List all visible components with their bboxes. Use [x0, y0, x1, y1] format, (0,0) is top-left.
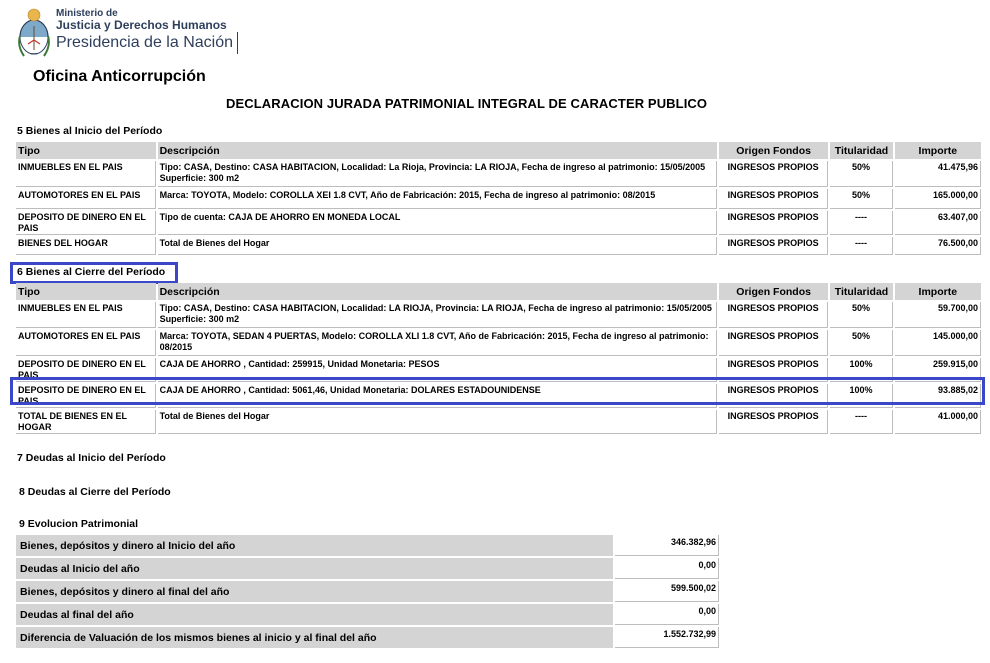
cell-tipo: BIENES DEL HOGAR: [16, 237, 156, 255]
cell-descripcion: Tipo: CASA, Destino: CASA HABITACION, Lo…: [157, 302, 717, 328]
cell-titularidad: 50%: [830, 302, 893, 328]
cell-importe: 59.700,00: [894, 302, 981, 328]
table-row: DEPOSITO DE DINERO EN EL PAIS Tipo de cu…: [16, 211, 981, 235]
cell-origen: INGRESOS PROPIOS: [718, 211, 829, 235]
section-9-title: 9 Evolucion Patrimonial: [19, 518, 139, 530]
col-header-origen: Origen Fondos: [718, 283, 829, 300]
cell-descripcion: Marca: TOYOTA, Modelo: COROLLA XEI 1.8 C…: [157, 189, 717, 209]
table-row: BIENES DEL HOGAR Total de Bienes del Hog…: [16, 237, 981, 255]
cell-titularidad: ----: [830, 211, 893, 235]
col-header-titularidad: Titularidad: [830, 283, 893, 300]
cell-importe: 41.000,00: [894, 410, 981, 434]
table-row: TOTAL DE BIENES EN EL HOGAR Total de Bie…: [16, 410, 981, 434]
cell-tipo: AUTOMOTORES EN EL PAIS: [16, 330, 156, 356]
cell-titularidad: ----: [830, 237, 893, 255]
evolution-value: 0,00: [615, 604, 719, 625]
col-header-tipo: Tipo: [16, 283, 156, 300]
cell-titularidad: 50%: [830, 189, 893, 209]
cell-descripcion: Tipo de cuenta: CAJA DE AHORRO EN MONEDA…: [157, 211, 717, 235]
section-5-table: Tipo Descripción Origen Fondos Titularid…: [14, 140, 983, 257]
evolution-value: 346.382,96: [615, 535, 719, 556]
table-row: Bienes, depósitos y dinero al final del …: [16, 581, 719, 602]
table-row: INMUEBLES EN EL PAIS Tipo: CASA, Destino…: [16, 161, 981, 187]
evolution-label: Bienes, depósitos y dinero al Inicio del…: [16, 535, 613, 556]
cell-tipo: AUTOMOTORES EN EL PAIS: [16, 189, 156, 209]
section-9-table: Bienes, depósitos y dinero al Inicio del…: [14, 533, 721, 650]
cell-origen: INGRESOS PROPIOS: [718, 237, 829, 255]
cell-descripcion: Total de Bienes del Hogar: [157, 237, 717, 255]
ministry-line-3: Presidencia de la Nación: [56, 32, 238, 54]
evolution-label: Diferencia de Valuación de los mismos bi…: [16, 627, 613, 648]
col-header-tipo: Tipo: [16, 142, 156, 159]
cell-tipo: INMUEBLES EN EL PAIS: [16, 302, 156, 328]
section-6-table: Tipo Descripción Origen Fondos Titularid…: [14, 281, 983, 436]
cell-importe: 165.000,00: [894, 189, 981, 209]
table-row: AUTOMOTORES EN EL PAIS Marca: TOYOTA, Mo…: [16, 189, 981, 209]
col-header-origen: Origen Fondos: [718, 142, 829, 159]
section-5-title: 5 Bienes al Inicio del Período: [17, 125, 163, 137]
cell-tipo: DEPOSITO DE DINERO EN EL PAIS: [16, 211, 156, 235]
col-header-titularidad: Titularidad: [830, 142, 893, 159]
ministry-line-2: Justicia y Derechos Humanos: [56, 18, 227, 32]
table-row: INMUEBLES EN EL PAIS Tipo: CASA, Destino…: [16, 302, 981, 328]
cell-importe: 145.000,00: [894, 330, 981, 356]
cell-titularidad: 50%: [830, 330, 893, 356]
ministry-header: Ministerio de Justicia y Derechos Humano…: [16, 4, 256, 64]
table-row: Deudas al final del año 0,00: [16, 604, 719, 625]
argentina-coat-of-arms-icon: [18, 8, 50, 57]
evolution-value: 599.500,02: [615, 581, 719, 602]
cell-descripcion: Tipo: CASA, Destino: CASA HABITACION, Lo…: [157, 161, 717, 187]
cell-importe: 63.407,00: [894, 211, 981, 235]
cell-origen: INGRESOS PROPIOS: [718, 302, 829, 328]
cell-descripcion: Total de Bienes del Hogar: [157, 410, 717, 434]
evolution-value: 0,00: [615, 558, 719, 579]
table-row: AUTOMOTORES EN EL PAIS Marca: TOYOTA, SE…: [16, 330, 981, 356]
cell-origen: INGRESOS PROPIOS: [718, 330, 829, 356]
document-title: DECLARACION JURADA PATRIMONIAL INTEGRAL …: [226, 96, 708, 111]
cell-importe: 76.500,00: [894, 237, 981, 255]
evolution-label: Bienes, depósitos y dinero al final del …: [16, 581, 613, 602]
section-7-title: 7 Deudas al Inicio del Período: [17, 452, 166, 464]
section-8-title: 8 Deudas al Cierre del Período: [19, 486, 171, 498]
cell-tipo: TOTAL DE BIENES EN EL HOGAR: [16, 410, 156, 434]
col-header-importe: Importe: [894, 142, 981, 159]
table-row: Diferencia de Valuación de los mismos bi…: [16, 627, 719, 648]
evolution-label: Deudas al final del año: [16, 604, 613, 625]
table-row: Deudas al Inicio del año 0,00: [16, 558, 719, 579]
table-row: Bienes, depósitos y dinero al Inicio del…: [16, 535, 719, 556]
cell-origen: INGRESOS PROPIOS: [718, 189, 829, 209]
col-header-descripcion: Descripción: [157, 283, 717, 300]
cell-titularidad: ----: [830, 410, 893, 434]
col-header-importe: Importe: [894, 283, 981, 300]
evolution-label: Deudas al Inicio del año: [16, 558, 613, 579]
evolution-value: 1.552.732,99: [615, 627, 719, 648]
cell-origen: INGRESOS PROPIOS: [718, 410, 829, 434]
cell-tipo: INMUEBLES EN EL PAIS: [16, 161, 156, 187]
cell-origen: INGRESOS PROPIOS: [718, 161, 829, 187]
cell-descripcion: Marca: TOYOTA, SEDAN 4 PUERTAS, Modelo: …: [157, 330, 717, 356]
row-highlight: [10, 377, 985, 405]
cell-importe: 41.475,96: [894, 161, 981, 187]
col-header-descripcion: Descripción: [157, 142, 717, 159]
office-name: Oficina Anticorrupción: [33, 68, 206, 85]
cell-titularidad: 50%: [830, 161, 893, 187]
